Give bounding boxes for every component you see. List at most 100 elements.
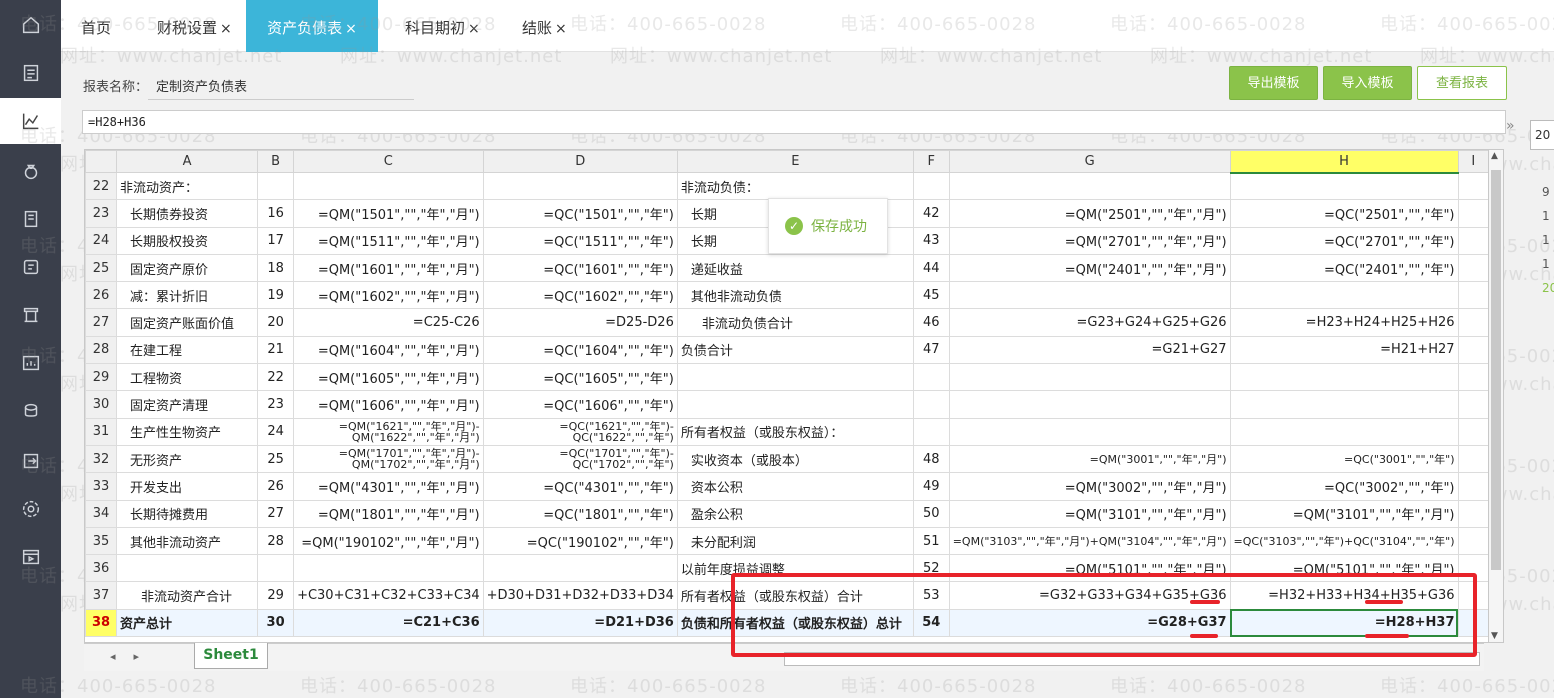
cell-i[interactable] (1457, 253, 1489, 283)
cell-f[interactable]: 46 (912, 308, 950, 337)
row-header[interactable]: 30 (85, 390, 117, 419)
row-header[interactable]: 37 (85, 581, 117, 610)
row-header[interactable]: 26 (85, 281, 117, 310)
cell-g[interactable] (948, 171, 1231, 201)
sidebar-item-building[interactable] (0, 292, 61, 338)
column-header[interactable]: H (1229, 150, 1459, 174)
cell-h[interactable] (1229, 390, 1459, 419)
cell-i[interactable] (1457, 281, 1489, 310)
cell-h[interactable]: =QC("3002","","年") (1229, 472, 1459, 501)
cell-a[interactable]: 生产性生物资产 (115, 417, 259, 446)
row-header[interactable]: 23 (85, 199, 117, 228)
cell-i[interactable] (1457, 171, 1489, 201)
cell-d[interactable]: =QC("1621","","年")-QC("1622","","年") (482, 417, 678, 446)
import-template-button[interactable]: 导入模板 (1323, 66, 1412, 100)
vertical-scrollbar[interactable]: ▲ ▼ (1488, 149, 1504, 643)
cell-i[interactable] (1457, 390, 1489, 419)
row-header[interactable]: 33 (85, 472, 117, 501)
cell-g[interactable] (948, 281, 1231, 310)
cell-d[interactable]: =QC("1601","","年") (482, 253, 678, 283)
cell-h[interactable]: =QM("5101","","年","月") (1229, 554, 1459, 583)
cell-f[interactable] (912, 171, 950, 201)
cell-h[interactable]: =H23+H24+H25+H26 (1229, 308, 1459, 337)
row-header[interactable]: 38 (85, 608, 117, 638)
cell-i[interactable] (1457, 335, 1489, 365)
cell-e[interactable]: 未分配利润 (676, 526, 914, 556)
close-icon[interactable]: × (345, 21, 357, 37)
sidebar-item-receipt[interactable] (0, 244, 61, 290)
column-header[interactable]: I (1457, 150, 1489, 173)
cell-a[interactable]: 减：累计折旧 (115, 281, 259, 310)
cell-i[interactable] (1457, 526, 1489, 556)
cell-d[interactable]: =D25-D26 (482, 308, 678, 337)
cell-b[interactable]: 28 (257, 526, 295, 556)
cell-a[interactable]: 非流动资产合计 (115, 581, 259, 610)
cell-a[interactable]: 长期待摊费用 (115, 499, 259, 528)
sidebar-item-settings[interactable] (0, 486, 61, 532)
cell-e[interactable]: 所有者权益（或股东权益）： (676, 417, 914, 446)
cell-a[interactable]: 无形资产 (115, 444, 259, 474)
cell-f[interactable]: 48 (912, 444, 950, 474)
cell-c[interactable]: =QM("1602","","年","月") (293, 281, 484, 310)
cell-f[interactable]: 49 (912, 472, 950, 501)
cell-b[interactable] (257, 171, 295, 201)
cell-i[interactable] (1457, 226, 1489, 255)
column-header[interactable]: A (115, 150, 259, 173)
tab-balance-sheet[interactable]: 资产负债表 × (246, 0, 378, 52)
cell-b[interactable]: 21 (257, 335, 295, 365)
cell-h[interactable]: =H21+H27 (1229, 335, 1459, 365)
row-header[interactable]: 25 (85, 253, 117, 283)
cell-i[interactable] (1457, 199, 1489, 228)
cell-g[interactable]: =QM("2401","","年","月") (948, 253, 1231, 283)
cell-c[interactable]: =C25-C26 (293, 308, 484, 337)
sheet-nav-arrows[interactable]: ◂▸ (110, 650, 157, 663)
cell-b[interactable]: 29 (257, 581, 295, 610)
close-icon[interactable]: × (468, 21, 480, 37)
cell-f[interactable]: 51 (912, 526, 950, 556)
cell-h[interactable]: =QC("3001","","年") (1229, 444, 1459, 474)
row-header[interactable]: 35 (85, 526, 117, 556)
cell-a[interactable]: 固定资产清理 (115, 390, 259, 419)
cell-d[interactable]: =QC("1602","","年") (482, 281, 678, 310)
column-header[interactable]: B (257, 150, 295, 173)
cell-d[interactable]: =QC("1801","","年") (482, 499, 678, 528)
cell-e[interactable]: 负债合计 (676, 335, 914, 365)
tab-tax-settings[interactable]: 财税设置 × (151, 0, 238, 52)
cell-i[interactable] (1457, 499, 1489, 528)
horizontal-scrollbar[interactable] (784, 652, 1480, 666)
column-header[interactable]: C (293, 150, 484, 173)
cell-i[interactable] (1457, 363, 1489, 392)
cell-b[interactable]: 22 (257, 363, 295, 392)
cell-g[interactable]: =QM("3101","","年","月") (948, 499, 1231, 528)
cell-h[interactable] (1229, 171, 1459, 201)
cell-g[interactable]: =G21+G27 (948, 335, 1231, 365)
cell-h[interactable] (1229, 417, 1459, 446)
cell-a[interactable]: 固定资产账面价值 (115, 308, 259, 337)
cell-a[interactable]: 其他非流动资产 (115, 526, 259, 556)
cell-f[interactable]: 50 (912, 499, 950, 528)
cell-a[interactable]: 开发支出 (115, 472, 259, 501)
sheet-tab[interactable]: Sheet1 (194, 643, 268, 669)
column-header[interactable]: G (948, 150, 1231, 173)
cell-b[interactable]: 26 (257, 472, 295, 501)
cell-b[interactable]: 18 (257, 253, 295, 283)
cell-b[interactable]: 30 (257, 608, 295, 638)
cell-a[interactable]: 固定资产原价 (115, 253, 259, 283)
cell-c[interactable]: =QM("4301","","年","月") (293, 472, 484, 501)
cell-c[interactable]: =QM("1701","","年","月")-QM("1702","","年",… (293, 444, 484, 474)
cell-g[interactable] (948, 417, 1231, 446)
cell-f[interactable] (912, 363, 950, 392)
cell-e[interactable]: 递延收益 (676, 253, 914, 283)
cell-c[interactable]: =QM("1601","","年","月") (293, 253, 484, 283)
corner-cell[interactable] (85, 150, 117, 173)
cell-b[interactable]: 24 (257, 417, 295, 446)
row-header[interactable]: 36 (85, 554, 117, 583)
cell-f[interactable] (912, 417, 950, 446)
cell-b[interactable]: 23 (257, 390, 295, 419)
cell-e[interactable]: 非流动负债合计 (676, 308, 914, 337)
close-icon[interactable]: × (555, 21, 567, 37)
cell-c[interactable]: =QM("1604","","年","月") (293, 335, 484, 365)
cell-d[interactable]: =QC("1501","","年") (482, 199, 678, 228)
cell-a[interactable]: 在建工程 (115, 335, 259, 365)
close-icon[interactable]: × (220, 21, 232, 37)
